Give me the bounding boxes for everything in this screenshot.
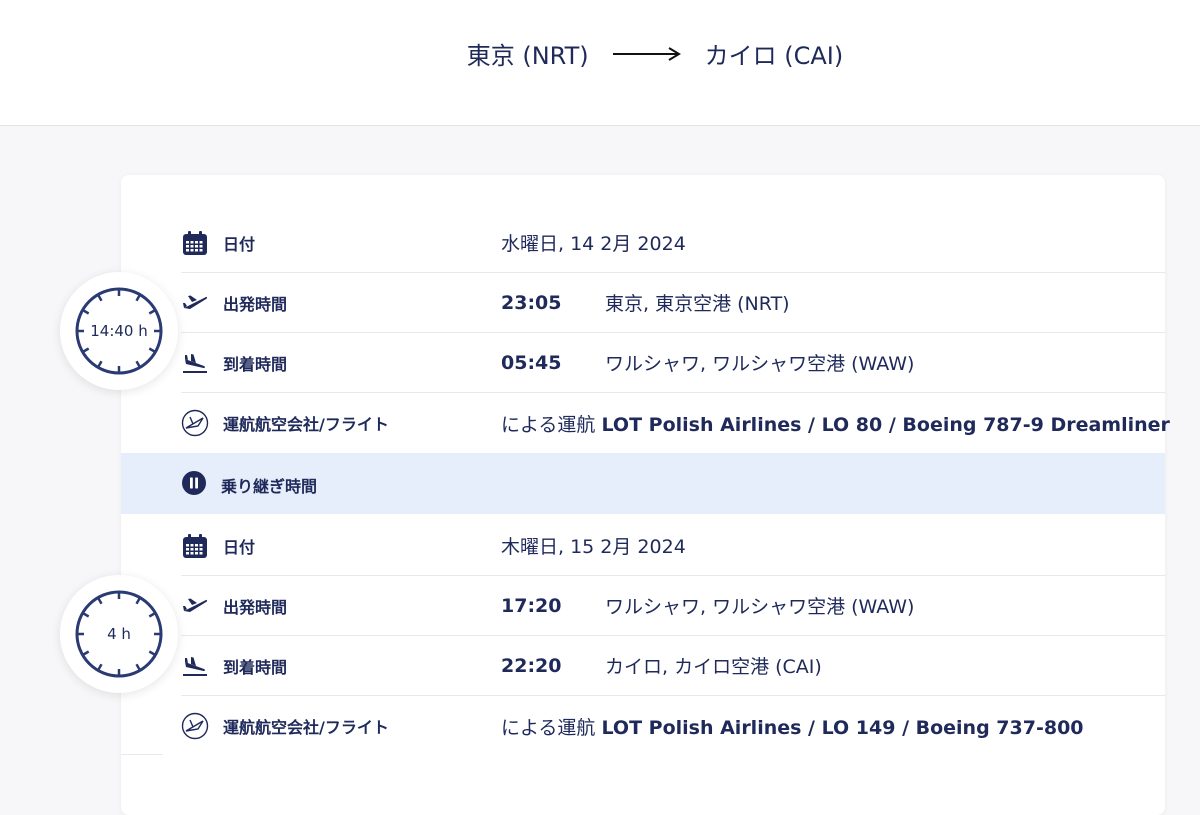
departure-label: 出発時間 [223,597,288,617]
date-label: 日付 [223,234,256,254]
plane-departure-icon [181,289,209,317]
carrier-value: による運航 LOT Polish Airlines / LO 149 / Boe… [501,713,1084,740]
layover-label: 乗り継ぎ時間 [221,477,318,496]
segment-2-duration-clock: 4 h [60,575,178,693]
carrier-label: 運航航空会社/フライト [223,415,389,434]
segment-2-departure-row: 出発時間 17:20 ワルシャワ, ワルシャワ空港 (WAW) [181,576,1165,636]
calendar-icon [181,229,209,257]
segment-1-date-row: 日付 水曜日, 14 2月 2024 [181,213,1165,273]
segment-2-arrival-row: 到着時間 22:20 カイロ, カイロ空港 (CAI) [181,636,1165,696]
carrier-label: 運航航空会社/フライト [223,718,389,737]
plane-arrival-icon [181,349,209,377]
carrier-value: による運航 LOT Polish Airlines / LO 80 / Boei… [501,410,1170,437]
segment-2-carrier-row: 運航航空会社/フライト による運航 LOT Polish Airlines / … [181,696,1165,756]
arrival-time: 05:45 [501,351,562,374]
airline-logo-icon [181,409,209,437]
route-destination: カイロ (CAI) [704,42,844,70]
arrival-place: カイロ, カイロ空港 (CAI) [605,656,822,678]
airline-logo-icon [181,712,209,740]
carrier-info: LOT Polish Airlines / LO 80 / Boeing 787… [601,413,1170,436]
segment-1-carrier-row: 運航航空会社/フライト による運航 LOT Polish Airlines / … [181,393,1170,453]
segment-1-duration-clock: 14:40 h [60,272,178,390]
departure-label: 出発時間 [223,294,288,314]
date-value: 木曜日, 15 2月 2024 [501,536,686,558]
plane-departure-icon [181,592,209,620]
pause-icon [182,471,206,495]
date-label: 日付 [223,537,256,557]
segment-1-duration: 14:40 h [90,322,148,340]
itinerary-card: 日付 水曜日, 14 2月 2024 出発時間 23:05 東京, 東京空港 (… [121,175,1170,815]
carrier-prefix: による運航 [501,413,596,436]
calendar-icon [181,532,209,560]
carrier-prefix: による運航 [501,716,596,739]
arrival-label: 到着時間 [223,657,288,677]
divider [121,754,163,755]
plane-arrival-icon [181,652,209,680]
segment-2-duration: 4 h [107,625,131,643]
departure-time: 17:20 [501,594,562,617]
date-value: 水曜日, 14 2月 2024 [501,233,686,255]
segment-2-date-row: 日付 木曜日, 15 2月 2024 [181,516,1165,576]
segment-1-departure-row: 出発時間 23:05 東京, 東京空港 (NRT) [181,273,1165,333]
departure-place: 東京, 東京空港 (NRT) [605,293,790,315]
route-summary: 東京 (NRT) カイロ (CAI) [0,36,1200,71]
route-origin: 東京 (NRT) [466,42,589,70]
carrier-info: LOT Polish Airlines / LO 149 / Boeing 73… [601,716,1084,739]
arrival-label: 到着時間 [223,354,288,374]
arrival-place: ワルシャワ, ワルシャワ空港 (WAW) [605,353,915,375]
header: 東京 (NRT) カイロ (CAI) [0,0,1200,126]
layover-row: 乗り継ぎ時間 [121,453,1165,514]
arrival-time: 22:20 [501,654,562,677]
segment-1-arrival-row: 到着時間 05:45 ワルシャワ, ワルシャワ空港 (WAW) [181,333,1165,393]
departure-time: 23:05 [501,291,562,314]
departure-place: ワルシャワ, ワルシャワ空港 (WAW) [605,596,915,618]
arrow-right-icon [612,46,681,61]
